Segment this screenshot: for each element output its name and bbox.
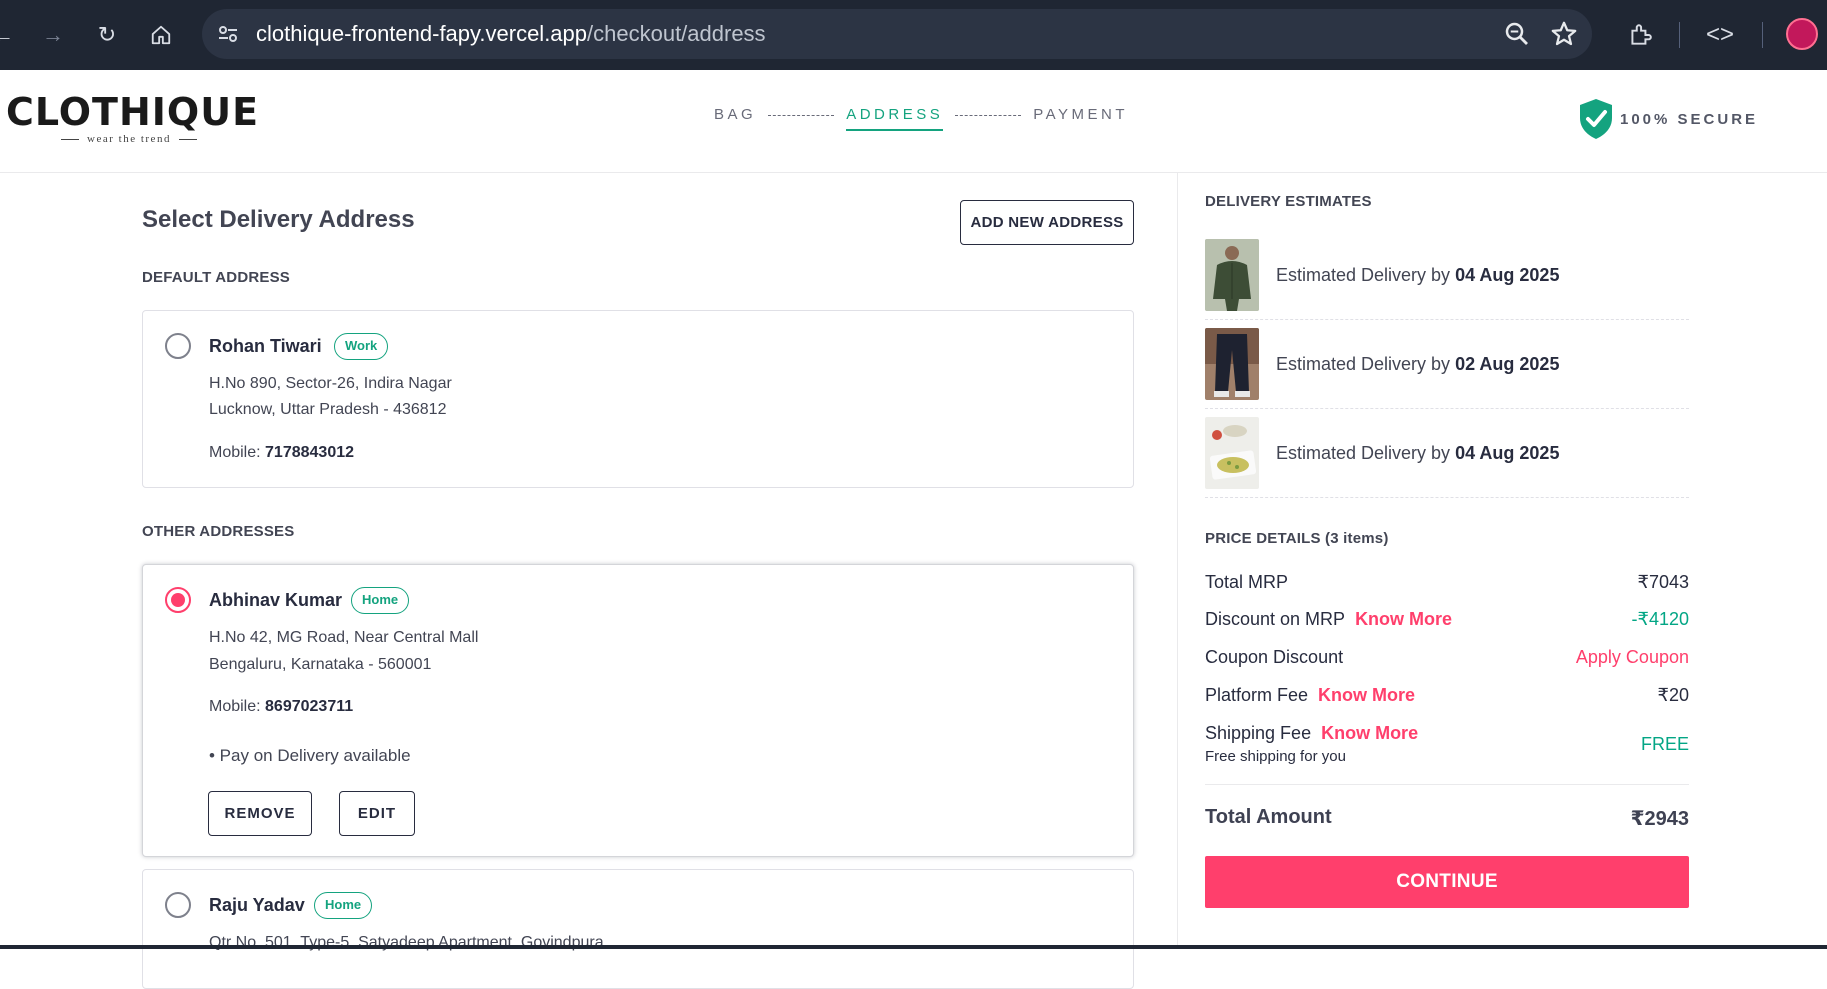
toolbar-separator: [1679, 22, 1680, 48]
logo-text: CLOTHIQUE: [6, 90, 260, 134]
reload-icon[interactable]: ↻: [92, 20, 122, 50]
bookmark-star-icon[interactable]: [1549, 19, 1579, 49]
checkout-steps: BAG ADDRESS PAYMENT: [714, 106, 1128, 146]
delivery-estimate-text: Estimated Delivery by 04 Aug 2025: [1276, 265, 1560, 285]
address-name: Abhinav Kumar: [209, 590, 343, 610]
step-payment: PAYMENT: [1033, 106, 1129, 123]
address-radio[interactable]: [165, 333, 191, 359]
delivery-estimate-row: Estimated Delivery by 04 Aug 2025: [1205, 231, 1689, 320]
address-card-selected[interactable]: Abhinav Kumar Home H.No 42, MG Road, Nea…: [142, 564, 1134, 857]
product-thumbnail: [1205, 239, 1259, 311]
pay-on-delivery-note: • Pay on Delivery available: [209, 746, 411, 765]
total-amount-value: ₹2943: [1630, 808, 1689, 830]
total-mrp-value: ₹7043: [1637, 572, 1690, 592]
devtools-icon[interactable]: <>: [1705, 20, 1735, 50]
forward-icon[interactable]: →: [38, 20, 68, 50]
address-mobile: Mobile: 8697023711: [209, 698, 354, 715]
logo-tagline: wear the trend: [6, 133, 252, 145]
remove-address-button[interactable]: REMOVE: [208, 791, 312, 836]
address-name: Raju Yadav: [209, 895, 305, 915]
discount-value: -₹4120: [1631, 609, 1690, 629]
delivery-estimate-text: Estimated Delivery by 04 Aug 2025: [1276, 443, 1560, 463]
step-address: ADDRESS: [846, 106, 944, 131]
back-icon[interactable]: ←: [0, 20, 18, 50]
add-new-address-button[interactable]: ADD NEW ADDRESS: [960, 200, 1134, 245]
know-more-link[interactable]: Know More: [1321, 723, 1418, 743]
delivery-estimate-row: Estimated Delivery by 02 Aug 2025: [1205, 320, 1689, 409]
step-bag: BAG: [714, 106, 757, 123]
url-text[interactable]: clothique-frontend-fapy.vercel.app/check…: [256, 21, 766, 47]
profile-icon[interactable]: [1786, 18, 1818, 50]
zoom-icon[interactable]: [1502, 19, 1532, 49]
shield-check-icon: [1580, 99, 1612, 139]
address-line: Lucknow, Uttar Pradesh - 436812: [209, 401, 447, 418]
address-name: Rohan Tiwari: [209, 336, 322, 356]
know-more-link[interactable]: Know More: [1355, 609, 1452, 629]
address-card[interactable]: Raju Yadav Home Qtr No. 501, Type-5, Sat…: [142, 869, 1134, 989]
address-radio[interactable]: [165, 892, 191, 918]
total-divider: [1205, 784, 1689, 785]
logo[interactable]: CLOTHIQUE wear the trend: [6, 90, 260, 145]
address-line: H.No 890, Sector-26, Indira Nagar: [209, 375, 452, 392]
secure-badge: 100% SECURE: [1578, 98, 1758, 140]
column-divider: [1177, 173, 1178, 949]
apply-coupon-link[interactable]: Apply Coupon: [1576, 647, 1689, 668]
address-type-tag: Home: [351, 587, 410, 614]
site-settings-icon[interactable]: [216, 22, 240, 46]
step-connector: [768, 115, 835, 116]
address-radio-selected[interactable]: [165, 587, 191, 613]
secure-label: 100% SECURE: [1620, 110, 1759, 128]
address-mobile: Mobile: 7178843012: [209, 444, 355, 461]
know-more-link[interactable]: Know More: [1318, 685, 1415, 705]
other-addresses-heading: OTHER ADDRESSES: [142, 523, 295, 540]
edit-address-button[interactable]: EDIT: [339, 791, 415, 836]
product-thumbnail: [1205, 328, 1259, 400]
shipping-note: Free shipping for you: [1205, 748, 1346, 765]
home-icon[interactable]: [146, 20, 176, 50]
page-title: Select Delivery Address: [142, 206, 415, 233]
toolbar-separator: [1762, 22, 1763, 48]
delivery-estimate-row: Estimated Delivery by 04 Aug 2025: [1205, 409, 1689, 498]
address-line: Bengaluru, Karnataka - 560001: [209, 656, 432, 673]
delivery-estimate-text: Estimated Delivery by 02 Aug 2025: [1276, 354, 1560, 374]
address-type-tag: Work: [334, 333, 389, 360]
address-line: Qtr No. 501, Type-5, Satyadeep Apartment…: [209, 934, 604, 951]
price-row-shipping: Shipping Fee Know More Free shipping for …: [1205, 723, 1689, 765]
bottom-edge: [0, 945, 1827, 949]
price-details-heading: PRICE DETAILS (3 items): [1205, 530, 1389, 547]
platform-fee-value: ₹20: [1657, 685, 1689, 705]
step-connector: [955, 115, 1022, 116]
delivery-estimates-heading: DELIVERY ESTIMATES: [1205, 193, 1372, 210]
address-section: Select Delivery Address ADD NEW ADDRESS …: [142, 173, 1134, 989]
site-header: CLOTHIQUE wear the trend BAG ADDRESS PAY…: [0, 70, 1827, 173]
default-address-heading: DEFAULT ADDRESS: [142, 269, 291, 286]
extensions-icon[interactable]: [1625, 20, 1655, 50]
browser-toolbar: ← → ↻ clothique-frontend-fapy.vercel.app…: [0, 0, 1827, 70]
product-thumbnail: [1205, 417, 1259, 489]
total-amount-row: Total Amount ₹2943: [1205, 806, 1689, 830]
address-card-default[interactable]: Rohan Tiwari Work H.No 890, Sector-26, I…: [142, 310, 1134, 488]
address-type-tag: Home: [314, 892, 373, 919]
address-bar[interactable]: clothique-frontend-fapy.vercel.app/check…: [202, 9, 1592, 59]
shipping-value: FREE: [1640, 734, 1689, 754]
continue-button[interactable]: CONTINUE: [1205, 856, 1689, 908]
address-line: H.No 42, MG Road, Near Central Mall: [209, 629, 479, 646]
